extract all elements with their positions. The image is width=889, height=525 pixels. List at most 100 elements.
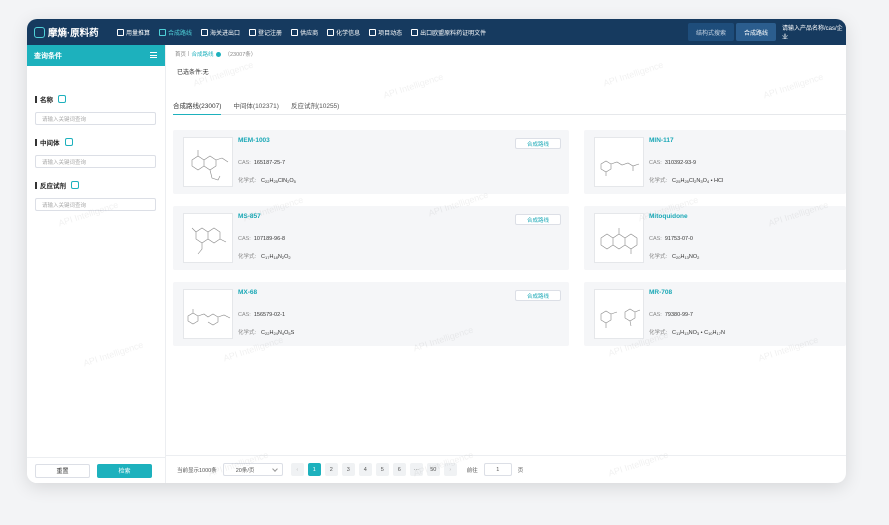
nav-item-0[interactable]: 用量推算: [117, 28, 150, 37]
formula-element: • HCl: [709, 178, 724, 184]
molecule-icon[interactable]: [71, 181, 79, 189]
synthesis-route-button[interactable]: 合成路线: [515, 138, 561, 149]
goto-page-input[interactable]: 1: [483, 463, 512, 476]
sidebar-header: 查询条件: [27, 45, 165, 66]
result-card[interactable]: Mitoquidone CAS: 91753-07-0 化学式: C20H13NO2: [584, 206, 846, 270]
menu-icon[interactable]: [150, 52, 157, 58]
breadcrumb-count: （23007条）: [224, 52, 257, 58]
result-card[interactable]: MEM-1003 CAS: 165187-25-7 化学式: C22H25ClN2O5 合…: [173, 130, 569, 194]
chemical-formula: 化学式: C25H25Cl2N3O4 • HCl: [649, 176, 723, 184]
nav-item-label: 用量推算: [126, 30, 151, 37]
cas-label: CAS:: [238, 312, 251, 318]
nav-item-label: 供应商: [300, 30, 319, 37]
formula-element: • C: [699, 330, 709, 336]
page-button[interactable]: 3: [341, 463, 355, 476]
cas-number: CAS: 91753-07-0: [649, 236, 693, 242]
compound-name[interactable]: MX-68: [238, 289, 257, 296]
app-logo[interactable]: 摩熵·原料药: [34, 25, 108, 39]
structure-search-button[interactable]: 结构式搜索: [687, 23, 734, 41]
synthesis-route-button[interactable]: 合成路线: [515, 214, 561, 225]
synthesis-route-button[interactable]: 合成路线: [515, 290, 561, 301]
compound-name[interactable]: MIN-117: [649, 137, 674, 144]
cas-number: CAS: 165187-25-7: [238, 160, 285, 166]
nav-item-1[interactable]: 合成路线: [159, 28, 192, 37]
result-card[interactable]: MIN-117 CAS: 310392-93-9 化学式: C25H25Cl2N3O4 …: [584, 130, 846, 194]
info-icon[interactable]: [216, 51, 222, 57]
cas-value: 165187-25-7: [253, 160, 286, 166]
cas-value: 91753-07-0: [664, 236, 693, 242]
chemical-formula: 化学式: C11H13NO3 • C10H17N: [649, 328, 725, 336]
filter-intermediate-input[interactable]: 请输入关键词查询: [35, 155, 156, 168]
page-button[interactable]: 5: [375, 463, 389, 476]
filter-reagent: 反应试剂 请输入关键词查询: [35, 180, 156, 211]
nav-item-3[interactable]: 登记注册: [249, 28, 282, 37]
result-card[interactable]: MX-68 CAS: 156579-02-1 化学式: C22H24N4O5S 合成路线: [173, 282, 569, 346]
route-search-tab[interactable]: 合成路线: [735, 23, 776, 41]
cas-number: CAS: 79380-99-7: [649, 312, 693, 318]
tab-2[interactable]: 反应试剂(10255): [291, 97, 339, 115]
cas-value: 156579-02-1: [253, 312, 286, 318]
structure-thumbnail[interactable]: [183, 137, 233, 187]
breadcrumb-home[interactable]: 首页: [175, 50, 186, 58]
pagination: 当前显示1000条 20条/页 ‹ 1 2 3 4 5 6 ··· 50 › 前往 1 页: [166, 455, 846, 483]
goto-label: 前往: [466, 467, 478, 474]
cas-label: CAS:: [238, 236, 251, 242]
formula-element: NO: [688, 254, 698, 260]
next-page-button[interactable]: ›: [443, 463, 457, 476]
structure-thumbnail[interactable]: [594, 213, 644, 263]
prev-page-button[interactable]: ‹: [290, 463, 304, 476]
formula-subscript: 2: [288, 255, 291, 260]
page-button[interactable]: 2: [324, 463, 338, 476]
nav-item-label: 海关进出口: [210, 30, 241, 37]
nav-item-label: 出口欧盟原料药证明文件: [420, 30, 487, 37]
sidebar-title: 查询条件: [34, 52, 62, 60]
cas-label: CAS:: [238, 160, 251, 166]
filter-name-input[interactable]: 请输入关键词查询: [35, 112, 156, 125]
global-search-input[interactable]: 请输入产品名称/cas/企业: [776, 23, 846, 41]
nav-item-5[interactable]: 化学信息: [327, 28, 360, 37]
result-tabs: 合成路线(23007) 中间体(102371) 反应试剂(10255): [173, 97, 846, 115]
filter-name-label: 名称: [40, 97, 53, 104]
tab-1[interactable]: 中间体(102371): [233, 97, 279, 115]
chemical-formula: 化学式: C22H24N4O5S: [238, 328, 294, 336]
total-count: 当前显示1000条: [177, 467, 217, 474]
result-card[interactable]: MR-708 CAS: 79380-99-7 化学式: C11H13NO3 • C10H…: [584, 282, 846, 346]
page-button[interactable]: ···: [409, 463, 423, 476]
cas-value: 310392-93-9: [664, 160, 697, 166]
structure-thumbnail[interactable]: [183, 289, 233, 339]
cas-label: CAS:: [649, 236, 662, 242]
molecule-icon[interactable]: [58, 95, 66, 103]
nav-item-6[interactable]: 项目动态: [369, 28, 402, 37]
compound-name[interactable]: MR-708: [649, 289, 672, 296]
label-bar-icon: [35, 138, 37, 146]
page-button[interactable]: 4: [358, 463, 372, 476]
compound-name[interactable]: MS-857: [238, 213, 261, 220]
structure-thumbnail[interactable]: [183, 213, 233, 263]
page-jump: 前往 1 页: [466, 463, 523, 476]
top-nav: 摩熵·原料药 用量推算 合成路线 海关进出口 登记注册 供应商 化学信息 项目动态 出口欧盟原…: [27, 19, 846, 45]
structure-thumbnail[interactable]: [594, 289, 644, 339]
page-button[interactable]: 6: [392, 463, 406, 476]
molecule-icon[interactable]: [64, 138, 73, 146]
nav-item-icon: [291, 28, 299, 36]
formula-element: N: [720, 330, 725, 336]
search-button[interactable]: 检索: [97, 463, 152, 478]
reset-button[interactable]: 重置: [35, 463, 90, 478]
nav-item-label: 化学信息: [336, 30, 361, 37]
page-size-select[interactable]: 20条/页: [222, 463, 283, 476]
formula-element: ClN: [277, 178, 288, 184]
structure-thumbnail[interactable]: [594, 137, 644, 187]
compound-name[interactable]: MEM-1003: [238, 137, 270, 144]
nav-item-7[interactable]: 出口欧盟原料药证明文件: [411, 28, 486, 37]
selected-conditions: 已选条件:无: [177, 70, 209, 76]
formula-element: S: [290, 330, 295, 336]
tab-0[interactable]: 合成路线(23007): [173, 97, 222, 115]
filter-reagent-input[interactable]: 请输入关键词查询: [35, 198, 156, 211]
nav-item-2[interactable]: 海关进出口: [201, 28, 240, 37]
nav-item-label: 项目动态: [378, 30, 403, 37]
page-button[interactable]: 50: [426, 463, 440, 476]
result-card[interactable]: MS-857 CAS: 107189-96-8 化学式: C17H18N2O2 合成路线: [173, 206, 569, 270]
nav-item-4[interactable]: 供应商: [291, 28, 318, 37]
page-button[interactable]: 1: [307, 463, 321, 476]
compound-name[interactable]: Mitoquidone: [649, 213, 688, 220]
